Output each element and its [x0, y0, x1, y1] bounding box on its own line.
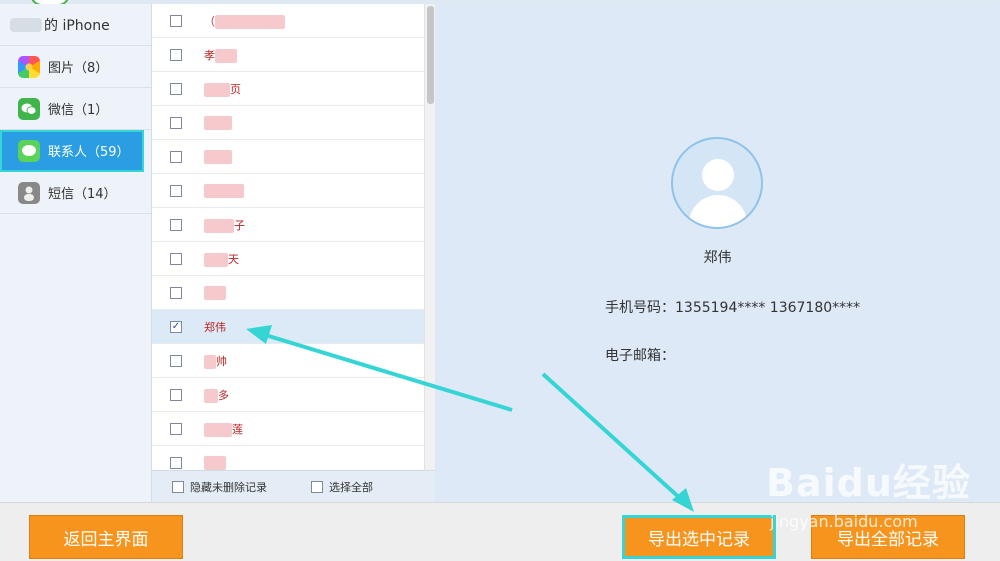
sidebar-item-label: 微信（1）: [48, 103, 109, 118]
select-all-option[interactable]: 选择全部: [311, 479, 373, 495]
row-checkbox[interactable]: [170, 354, 182, 367]
contact-name: [204, 455, 226, 470]
sidebar-item-contacts[interactable]: 联系人（59）: [0, 130, 144, 172]
avatar-head: [702, 159, 734, 191]
row-checkbox[interactable]: [170, 14, 182, 27]
row-checkbox[interactable]: [170, 286, 182, 299]
scrollbar-thumb[interactable]: [427, 6, 434, 104]
row-checkbox[interactable]: [170, 252, 182, 265]
row-checkbox[interactable]: [170, 422, 182, 435]
select-all-checkbox[interactable]: [311, 480, 323, 493]
contact-name: 孝: [204, 47, 237, 63]
contact-list: （ 孝 页 子 天 ✓ 郑伟 帅 多 莲: [152, 4, 435, 470]
list-item[interactable]: 页: [152, 72, 435, 106]
sidebar-item-wechat[interactable]: 微信（1）: [0, 88, 151, 130]
sidebar-item-photos[interactable]: 图片（8）: [0, 46, 151, 88]
sidebar-item-sms[interactable]: 短信（14）: [0, 172, 151, 214]
list-item[interactable]: [152, 446, 435, 470]
messages-icon: [18, 139, 40, 162]
list-item[interactable]: （: [152, 4, 435, 38]
device-label: 的 iPhone: [44, 17, 110, 34]
contact-name: 多: [204, 387, 229, 403]
contact-name: 页: [204, 81, 241, 97]
avatar: [671, 137, 763, 229]
row-checkbox[interactable]: [170, 48, 182, 61]
row-checkbox[interactable]: [170, 82, 182, 95]
row-checkbox[interactable]: [170, 184, 182, 197]
sidebar-item-label: 短信（14）: [48, 187, 117, 202]
blurred-device-name: [10, 17, 42, 32]
avatar-body: [689, 195, 747, 227]
row-checkbox[interactable]: [170, 388, 182, 401]
list-item[interactable]: 帅: [152, 344, 435, 378]
back-home-button[interactable]: 返回主界面: [29, 515, 183, 559]
contact-name: 子: [204, 217, 245, 233]
detail-name: 郑伟: [703, 250, 732, 266]
contact-name: [204, 285, 226, 300]
list-item[interactable]: 孝: [152, 38, 435, 72]
row-checkbox[interactable]: [170, 456, 182, 469]
contact-name: 天: [204, 251, 239, 267]
contact-name: （: [204, 13, 285, 29]
contact-detail: 郑伟 手机号码：1355194**** 1367180**** 电子邮箱：: [435, 4, 1000, 502]
hide-deleted-label: 隐藏未删除记录: [190, 480, 267, 494]
sidebar-item-label: 联系人（59）: [48, 145, 130, 160]
detail-email: 电子邮箱：: [605, 348, 675, 364]
row-checkbox[interactable]: [170, 150, 182, 163]
list-item[interactable]: [152, 174, 435, 208]
list-item[interactable]: [152, 276, 435, 310]
row-checkbox[interactable]: [170, 116, 182, 129]
row-checkbox-checked[interactable]: ✓: [170, 320, 182, 333]
contact-name: [204, 149, 232, 164]
list-footer: 隐藏未删除记录 选择全部: [152, 470, 435, 502]
photos-icon: [18, 55, 40, 78]
list-item[interactable]: 子: [152, 208, 435, 242]
select-all-label: 选择全部: [329, 480, 373, 494]
list-item-selected[interactable]: ✓ 郑伟: [152, 310, 435, 344]
contact-name: 莲: [204, 421, 243, 437]
list-item[interactable]: 天: [152, 242, 435, 276]
row-checkbox[interactable]: [170, 218, 182, 231]
contact-name: 帅: [204, 353, 227, 369]
sms-icon: [18, 181, 40, 204]
export-all-button[interactable]: 导出全部记录: [811, 515, 965, 559]
list-item[interactable]: [152, 140, 435, 174]
list-scrollbar[interactable]: [424, 4, 435, 470]
list-item[interactable]: 莲: [152, 412, 435, 446]
list-item[interactable]: 多: [152, 378, 435, 412]
export-selected-button[interactable]: 导出选中记录: [622, 515, 776, 559]
hide-deleted-checkbox[interactable]: [172, 480, 184, 493]
sidebar-item-label: 图片（8）: [48, 61, 109, 76]
device-header: 的 iPhone: [0, 4, 151, 46]
wechat-icon: [18, 97, 40, 120]
contact-name: 郑伟: [204, 320, 226, 334]
contact-name: [204, 115, 232, 130]
detail-phone: 手机号码：1355194**** 1367180****: [605, 300, 861, 316]
bottom-bar: 返回主界面 导出选中记录 导出全部记录: [0, 502, 1000, 561]
sidebar: 的 iPhone 图片（8） 微信（1） 联系人（59） 短信（14）: [0, 4, 152, 502]
list-item[interactable]: [152, 106, 435, 140]
hide-deleted-option[interactable]: 隐藏未删除记录: [172, 479, 267, 495]
contact-name: [204, 183, 244, 198]
